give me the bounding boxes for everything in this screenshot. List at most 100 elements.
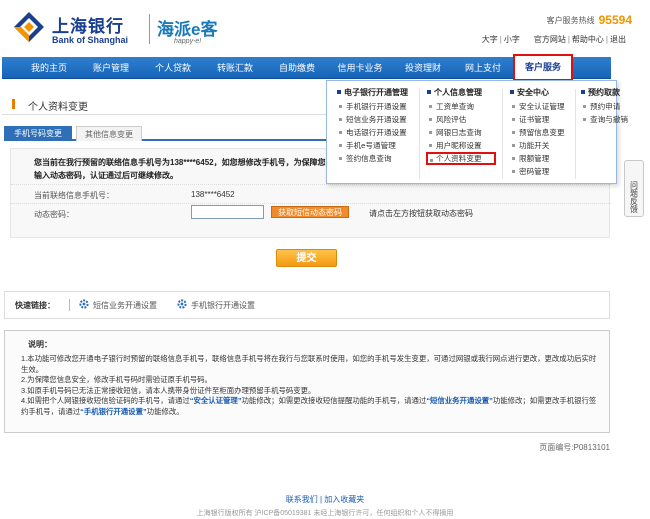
dropdown-column-security: 安全中心 安全认证管理 证书管理 预留信息变更 功能开关 限额管理 密码管理 [510,87,565,178]
submit-button[interactable]: 提交 [276,249,337,267]
sms-setup-link[interactable]: “短信业务开通设置” [426,396,493,405]
hotline-label: 客户服务热线 [546,16,595,25]
dropdown-column-ebank: 电子银行开通管理 手机银行开通设置 短信业务开通设置 电话银行开通设置 手机e号… [337,87,408,165]
nav-item-credit-card[interactable]: 信用卡业务 [330,57,390,79]
otp-label: 动态密码： [34,210,74,219]
bullet-icon [581,90,585,94]
bank-logo[interactable]: 上海银行 Bank of Shanghai 海派e客 happy-e! [12,10,232,48]
explanation-list: 1.本功能可修改您开通电子银行时预留的联络信息手机号，联络信息手机号将在我行与您… [21,354,601,417]
item-text: 如需把个人网银接收短信验证码的手机号，请通过 [27,396,190,405]
dropdown-item-limit[interactable]: 限额管理 [510,152,565,165]
security-auth-link[interactable]: “安全认证管理” [190,396,242,405]
dropdown-header-label: 个人信息管理 [434,88,482,97]
tab-other-info-change[interactable]: 其他信息变更 [76,126,142,141]
dropdown-item-phone-bank-setup[interactable]: 电话银行开通设置 [337,126,408,139]
separator: | [567,35,570,44]
bank-name-en: Bank of Shanghai [52,35,129,45]
dropdown-divider [502,89,503,179]
item-text: 为保障您信息安全，修改手机号码时需验证原手机号码。 [27,375,212,384]
explanation-item: 3.如原手机号码已无法正常接收短信，请本人携带身份证件至柜面办理预留手机号码变更… [21,386,601,397]
explanation-item: 1.本功能可修改您开通电子银行时预留的联络信息手机号，联络信息手机号将在我行与您… [21,354,601,375]
dropdown-item-nickname-setup[interactable]: 用户昵称设置 [427,139,496,152]
feedback-label: 问题反馈 [629,181,639,213]
dropdown-item-log-query[interactable]: 网银日志查询 [427,126,496,139]
title-marker [12,99,15,109]
dropdown-header-label: 电子银行开通管理 [344,88,408,97]
dropdown-item-appointment-query[interactable]: 查询与撤销 [581,113,628,126]
dropdown-item-mobile-e-management[interactable]: 手机e号通管理 [337,139,408,152]
item-text: 功能修改；如需更改接收短信提醒功能的手机号，请通过 [241,396,427,405]
contact-us-link[interactable]: 联系我们 [286,495,318,504]
dropdown-item-appointment-apply[interactable]: 预约申请 [581,100,628,113]
gear-icon [177,299,187,309]
sub-brand-cn: 海派e客 [157,20,218,39]
dropdown-column-personal-info: 个人信息管理 工资单查询 风险评估 网银日志查询 用户昵称设置 个人资料变更 [426,87,496,165]
dropdown-item-mobile-bank-setup[interactable]: 手机银行开通设置 [337,100,408,113]
header: 上海银行 Bank of Shanghai 海派e客 happy-e! 客户服务… [0,0,650,56]
official-website-link[interactable]: 官方网站 [534,35,566,44]
bank-logo-icon [14,12,44,42]
dropdown-header: 安全中心 [510,87,565,100]
dropdown-item-certificate[interactable]: 证书管理 [510,113,565,126]
tab-phone-change[interactable]: 手机号码变更 [4,126,72,141]
explanation-box: 说明： 1.本功能可修改您开通电子银行时预留的联络信息手机号，联络信息手机号将在… [4,330,610,433]
nav-item-loan[interactable]: 个人贷款 [144,57,202,79]
dropdown-item-reserved-info[interactable]: 预留信息变更 [510,126,565,139]
dropdown-item-salary-query[interactable]: 工资单查询 [427,100,496,113]
hotline: 客户服务热线 95594 [547,13,632,27]
dropdown-item-function-switch[interactable]: 功能开关 [510,139,565,152]
nav-item-transfer[interactable]: 转账汇款 [206,57,264,79]
dropdown-item-sms-setup[interactable]: 短信业务开通设置 [337,113,408,126]
item-text: 如原手机号码已无法正常接收短信，请本人携带身份证件至柜面办理预留手机号码变更。 [27,385,316,395]
bank-name-cn: 上海银行 [52,17,124,36]
quick-links-divider [69,299,70,311]
dropdown-header: 个人信息管理 [427,87,496,100]
quick-links: 快速链接： 短信业务开通设置 手机银行开通设置 [4,291,610,319]
dropdown-item-security-auth[interactable]: 安全认证管理 [510,100,565,113]
get-otp-button[interactable]: 获取短信动态密码 [271,206,349,218]
help-center-link[interactable]: 帮助中心 [572,35,604,44]
current-phone-row: 当前联络信息手机号： 138****6452 [11,184,611,202]
dropdown-item-risk-assessment[interactable]: 风险评估 [427,113,496,126]
item-text: 本功能可修改您开通电子银行时预留的联络信息手机号，联络信息手机号将在我行与您联系… [21,354,597,374]
mobile-banking-setup-link[interactable]: “手机银行开通设置” [80,407,147,416]
explanation-title: 说明： [28,340,52,349]
nav-item-investment[interactable]: 投资理财 [394,57,452,79]
dropdown-item-contract-query[interactable]: 签约信息查询 [337,152,408,165]
dropdown-divider [575,89,576,179]
footer-links: 联系我们 | 加入收藏夹 [285,495,365,504]
page-title-bar: 个人资料变更 [2,93,328,115]
logo-divider [149,14,150,44]
bullet-icon [337,90,341,94]
nav-item-payment[interactable]: 自助缴费 [268,57,326,79]
font-large-link[interactable]: 大字 [482,35,498,44]
top-links: 大字 | 小字 官方网站 | 帮助中心 | 退出 [482,34,626,45]
dropdown-column-appointment: 预约取款 预约申请 查询与撤销 [581,87,628,126]
separator: | [605,35,608,44]
bullet-icon [510,90,514,94]
page-number: 页面编号:P0813101 [539,443,610,452]
quick-link-sms-setup[interactable]: 短信业务开通设置 [93,300,157,311]
font-small-link[interactable]: 小字 [504,35,520,44]
add-favorite-link[interactable]: 加入收藏夹 [324,495,364,504]
nav-item-home[interactable]: 我的主页 [20,57,78,79]
logout-link[interactable]: 退出 [610,35,626,44]
explanation-item: 2.为保障您信息安全，修改手机号码时需验证原手机号码。 [21,375,601,386]
dropdown-header: 预约取款 [581,87,628,100]
dropdown-item-personal-info-change[interactable]: 个人资料变更 [426,152,496,165]
dropdown-divider [419,89,420,179]
feedback-side-tab[interactable]: 问题反馈 [624,160,644,217]
main-nav: 我的主页 账户管理 个人贷款 转账汇款 自助缴费 信用卡业务 投资理财 网上支付… [2,54,611,81]
gear-icon [79,299,89,309]
nav-item-customer-service[interactable]: 客户服务 [513,54,573,81]
quick-link-mobile-banking-setup[interactable]: 手机银行开通设置 [191,300,255,311]
dropdown-item-password[interactable]: 密码管理 [510,165,565,178]
otp-input[interactable] [191,205,264,219]
explanation-item: 4.如需把个人网银接收短信验证码的手机号，请通过“安全认证管理”功能修改；如需更… [21,396,601,417]
nav-item-online-pay[interactable]: 网上支付 [456,57,510,79]
dropdown-header-label: 安全中心 [517,88,549,97]
current-phone-label: 当前联络信息手机号： [34,191,114,200]
dropdown-header-label: 预约取款 [588,88,620,97]
nav-item-account[interactable]: 账户管理 [82,57,140,79]
quick-links-label: 快速链接： [15,301,55,310]
